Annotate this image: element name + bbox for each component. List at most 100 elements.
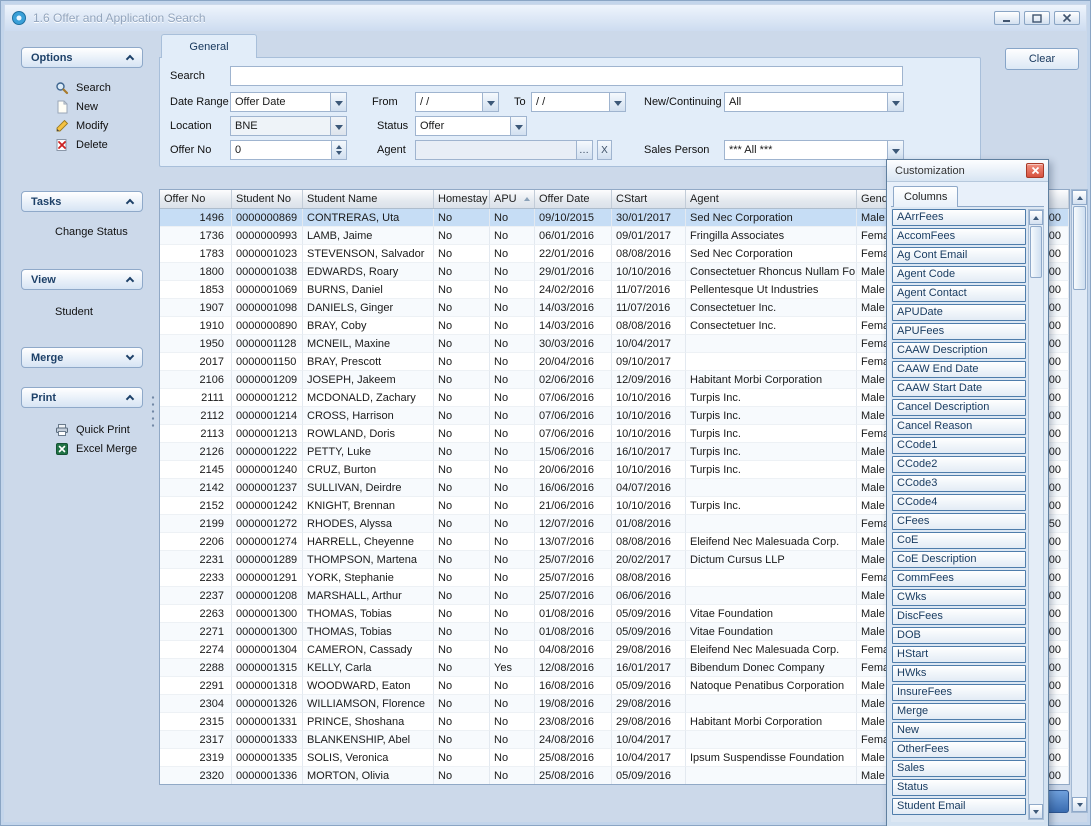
customization-column-item[interactable]: OtherFees [892,741,1026,758]
column-header-offer_no[interactable]: Offer No [160,190,232,208]
sidebar-item-quick-print[interactable]: Quick Print [9,420,155,439]
agent-ellipsis-button[interactable]: … [576,141,592,159]
date-range-combo[interactable]: Offer Date [230,92,347,112]
dropdown-icon[interactable] [330,117,346,135]
tasks-panel-header[interactable]: Tasks [21,191,143,212]
sidebar-item-modify[interactable]: Modify [9,116,155,135]
customization-column-item[interactable]: InsureFees [892,684,1026,701]
dropdown-icon[interactable] [887,93,903,111]
customization-scrollbar[interactable] [1028,209,1044,820]
sidebar-item-change-status[interactable]: Change Status [9,222,155,241]
agent-lookup-field[interactable]: … [415,140,593,160]
dropdown-icon[interactable] [330,93,346,111]
customization-column-item[interactable]: Merge [892,703,1026,720]
scroll-down-button[interactable] [1072,797,1087,812]
cell-cstart: 08/08/2016 [612,317,686,335]
customization-scroll-thumb[interactable] [1030,226,1042,278]
spin-buttons[interactable] [331,141,346,159]
column-header-student_name[interactable]: Student Name [303,190,434,208]
customization-column-item[interactable]: Cancel Reason [892,418,1026,435]
minimize-button[interactable] [994,11,1020,25]
customization-column-item[interactable]: CommFees [892,570,1026,587]
customization-column-item[interactable]: New [892,722,1026,739]
merge-panel-header[interactable]: Merge [21,347,143,368]
spin-up-icon[interactable] [336,145,342,149]
customization-column-item[interactable]: CFees [892,513,1026,530]
customization-column-item[interactable]: CCode1 [892,437,1026,454]
dropdown-icon[interactable] [609,93,625,111]
customization-column-item[interactable]: APUDate [892,304,1026,321]
maximize-button[interactable] [1024,11,1050,25]
sidebar-item-new[interactable]: New [9,97,155,116]
customization-column-item[interactable]: Ag Cont Email [892,247,1026,264]
sales-person-combo[interactable]: *** All *** [724,140,904,160]
customization-column-item[interactable]: DiscFees [892,608,1026,625]
column-header-student_no[interactable]: Student No [232,190,303,208]
customization-column-item[interactable]: HStart [892,646,1026,663]
customization-column-item[interactable]: APUFees [892,323,1026,340]
cell-cstart: 10/04/2017 [612,731,686,749]
customization-column-item[interactable]: CoE Description [892,551,1026,568]
close-window-button[interactable] [1054,11,1080,25]
column-header-apu[interactable]: APU [490,190,535,208]
options-panel-header[interactable]: Options [21,47,143,68]
splitter-handle[interactable] [150,394,156,430]
column-header-cstart[interactable]: CStart [612,190,686,208]
scroll-up-button[interactable] [1072,190,1087,205]
clear-button[interactable]: Clear [1005,48,1079,70]
location-combo[interactable]: BNE [230,116,347,136]
dropdown-icon[interactable] [482,93,498,111]
new-continuing-combo[interactable]: All [724,92,904,112]
customization-scroll-down-button[interactable] [1029,804,1043,819]
tab-columns[interactable]: Columns [893,186,958,207]
column-header-offer_date[interactable]: Offer Date [535,190,612,208]
cell-cstart: 10/10/2016 [612,497,686,515]
cell-cstart: 09/10/2017 [612,353,686,371]
column-header-agent[interactable]: Agent [686,190,857,208]
cell-student_name: MCNEIL, Maxine [303,335,434,353]
customization-column-item[interactable]: CCode3 [892,475,1026,492]
customization-column-item[interactable]: HWks [892,665,1026,682]
column-header-homestay[interactable]: Homestay [434,190,490,208]
customization-column-item[interactable]: CWks [892,589,1026,606]
customization-scroll-up-button[interactable] [1029,210,1043,225]
customization-column-item[interactable]: DOB [892,627,1026,644]
customization-column-item[interactable]: Status [892,779,1026,796]
customization-column-item[interactable]: Student Email [892,798,1026,815]
to-date-input[interactable]: / / [531,92,626,112]
customization-column-item[interactable]: AArrFees [892,209,1026,226]
dropdown-icon[interactable] [887,141,903,159]
cell-student_no: 0000001289 [232,551,303,569]
customization-column-item[interactable]: CCode2 [892,456,1026,473]
print-panel-header[interactable]: Print [21,387,143,408]
customization-column-item[interactable]: Sales [892,760,1026,777]
sidebar-item-delete[interactable]: Delete [9,135,155,154]
customization-column-item[interactable]: Agent Contact [892,285,1026,302]
offer-no-stepper[interactable]: 0 [230,140,347,160]
view-panel-header[interactable]: View [21,269,143,290]
agent-clear-button[interactable]: X [597,140,612,160]
customization-column-item[interactable]: AccomFees [892,228,1026,245]
customization-column-item[interactable]: CAAW Description [892,342,1026,359]
dropdown-icon[interactable] [510,117,526,135]
tab-general[interactable]: General [161,34,257,58]
from-date-input[interactable]: / / [415,92,499,112]
customization-titlebar[interactable]: Customization [887,160,1048,182]
cell-student_no: 0000001069 [232,281,303,299]
sidebar-item-search[interactable]: Search [9,78,155,97]
spin-down-icon[interactable] [336,151,342,155]
sidebar-item-student[interactable]: Student [9,302,155,321]
cell-student_no: 0000000869 [232,209,303,227]
customization-close-button[interactable] [1026,163,1044,178]
customization-column-item[interactable]: CAAW End Date [892,361,1026,378]
customization-column-item[interactable]: CAAW Start Date [892,380,1026,397]
grid-vscrollbar[interactable] [1071,189,1088,813]
customization-column-item[interactable]: CoE [892,532,1026,549]
customization-column-item[interactable]: Cancel Description [892,399,1026,416]
sidebar-item-excel-merge[interactable]: Excel Merge [9,439,155,458]
search-input[interactable] [230,66,903,86]
scroll-thumb[interactable] [1073,206,1086,290]
customization-column-item[interactable]: Agent Code [892,266,1026,283]
status-combo[interactable]: Offer [415,116,527,136]
customization-column-item[interactable]: CCode4 [892,494,1026,511]
